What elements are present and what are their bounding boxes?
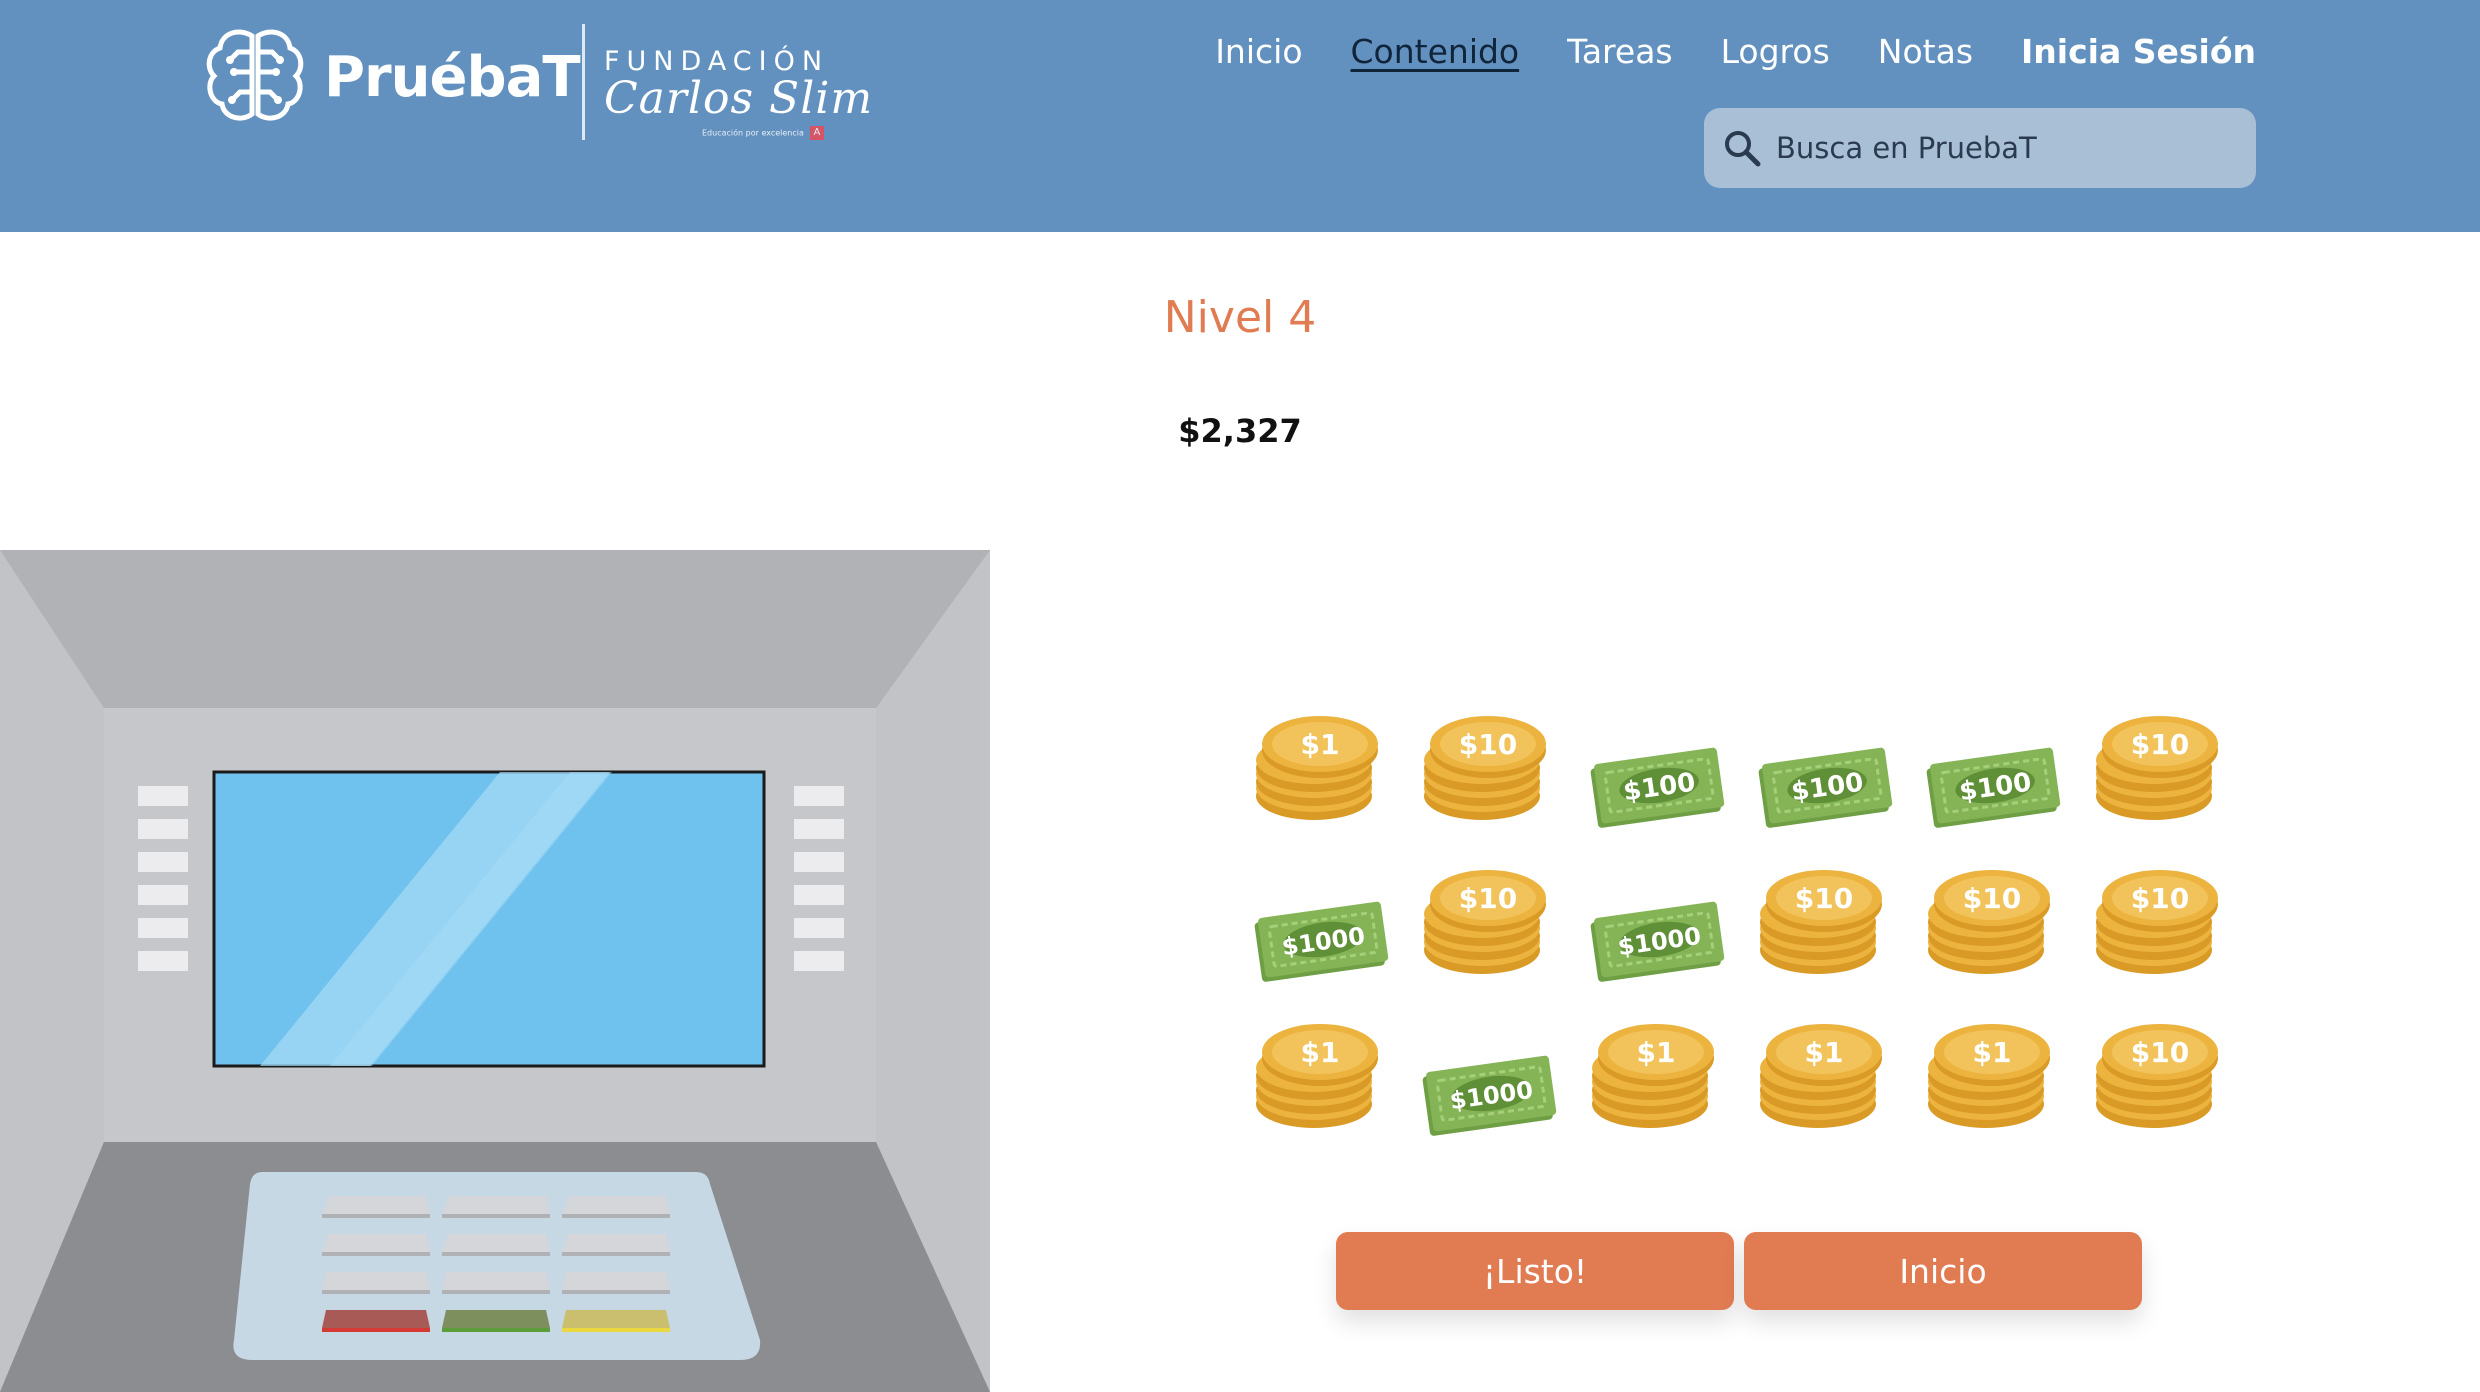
bill-stack[interactable]: $100 bbox=[1754, 712, 1894, 852]
fundacion-logo[interactable]: FUNDACIÓN Carlos Slim Educación por exce… bbox=[604, 46, 873, 140]
bill-stack[interactable]: $100 bbox=[1586, 712, 1726, 852]
money-label: $1 bbox=[1301, 728, 1340, 761]
pruebat-logo[interactable]: PruébaT bbox=[200, 22, 581, 132]
nav-tareas[interactable]: Tareas bbox=[1567, 32, 1672, 71]
coin-icon: $1 bbox=[1256, 1024, 1378, 1128]
coin-stack[interactable]: $1 bbox=[1250, 1020, 1390, 1160]
money-label: $10 bbox=[2131, 728, 2189, 761]
coin-icon: $10 bbox=[2096, 870, 2218, 974]
search-input[interactable] bbox=[1776, 131, 2236, 165]
coin-stack[interactable]: $10 bbox=[1754, 866, 1894, 1006]
coin-stack[interactable]: $1 bbox=[1586, 1020, 1726, 1160]
coin-icon: $10 bbox=[1928, 870, 2050, 974]
bill-stack[interactable]: $1000 bbox=[1250, 866, 1390, 1006]
main-nav: Inicio Contenido Tareas Logros Notas Ini… bbox=[1215, 32, 2256, 71]
money-label: $10 bbox=[1459, 728, 1517, 761]
bill-icon: $100 bbox=[1590, 747, 1725, 828]
coin-stack[interactable]: $10 bbox=[1418, 712, 1558, 852]
nav-logros[interactable]: Logros bbox=[1721, 32, 1830, 71]
coin-stack[interactable]: $1 bbox=[1754, 1020, 1894, 1160]
brain-icon bbox=[206, 29, 304, 121]
coin-stack[interactable]: $10 bbox=[1418, 866, 1558, 1006]
coin-icon: $1 bbox=[1760, 1024, 1882, 1128]
bill-stack[interactable]: $1000 bbox=[1418, 1020, 1558, 1160]
search-icon bbox=[1725, 131, 1761, 167]
money-label: $1 bbox=[1637, 1036, 1676, 1069]
nav-notas[interactable]: Notas bbox=[1878, 32, 1973, 71]
money-label: $10 bbox=[1963, 882, 2021, 915]
nav-contenido[interactable]: Contenido bbox=[1351, 32, 1520, 71]
nav-inicia-sesion[interactable]: Inicia Sesión bbox=[2021, 32, 2256, 71]
coin-icon: $10 bbox=[1760, 870, 1882, 974]
a-badge-icon: A bbox=[809, 126, 824, 140]
target-amount: $2,327 bbox=[1178, 412, 1302, 450]
coin-stack[interactable]: $10 bbox=[2090, 866, 2230, 1006]
money-label: $10 bbox=[2131, 1036, 2189, 1069]
coin-icon: $10 bbox=[2096, 716, 2218, 820]
bill-icon: $100 bbox=[1926, 747, 2061, 828]
atm-illustration bbox=[0, 550, 990, 1392]
level-title: Nivel 4 bbox=[1163, 292, 1317, 343]
fundacion-tagline: Educación por excelencia A bbox=[702, 126, 873, 140]
coin-icon: $10 bbox=[2096, 1024, 2218, 1128]
coin-icon: $10 bbox=[1424, 870, 1546, 974]
nav-inicio[interactable]: Inicio bbox=[1215, 32, 1302, 71]
money-label: $10 bbox=[1795, 882, 1853, 915]
listo-button[interactable]: ¡Listo! bbox=[1336, 1232, 1734, 1310]
bill-stack[interactable]: $100 bbox=[1922, 712, 2062, 852]
bill-icon: $100 bbox=[1758, 747, 1893, 828]
carlos-slim-signature: Carlos Slim bbox=[604, 73, 874, 124]
money-label: $10 bbox=[2131, 882, 2189, 915]
coin-stack[interactable]: $10 bbox=[2090, 712, 2230, 852]
money-label: $1 bbox=[1973, 1036, 2012, 1069]
brand-name: PruébaT bbox=[324, 44, 581, 110]
coin-icon: $1 bbox=[1256, 716, 1378, 820]
bill-stack[interactable]: $1000 bbox=[1586, 866, 1726, 1006]
coin-icon: $1 bbox=[1928, 1024, 2050, 1128]
money-label: $1 bbox=[1301, 1036, 1340, 1069]
site-header: PruébaT FUNDACIÓN Carlos Slim Educación … bbox=[0, 0, 2480, 232]
coin-icon: $10 bbox=[1424, 716, 1546, 820]
bill-icon: $1000 bbox=[1590, 901, 1725, 982]
coin-icon: $1 bbox=[1592, 1024, 1714, 1128]
money-grid: $1 $10 $100 $100 $100 $10 $1000 $10 $100… bbox=[1250, 712, 2230, 1182]
logo-divider bbox=[582, 24, 585, 140]
bill-icon: $1000 bbox=[1422, 1055, 1557, 1136]
coin-stack[interactable]: $10 bbox=[2090, 1020, 2230, 1160]
bill-icon: $1000 bbox=[1254, 901, 1389, 982]
coin-stack[interactable]: $1 bbox=[1250, 712, 1390, 852]
search-bar bbox=[1704, 108, 2256, 188]
money-label: $1 bbox=[1805, 1036, 1844, 1069]
inicio-button[interactable]: Inicio bbox=[1744, 1232, 2142, 1310]
coin-stack[interactable]: $10 bbox=[1922, 866, 2062, 1006]
money-label: $10 bbox=[1459, 882, 1517, 915]
coin-stack[interactable]: $1 bbox=[1922, 1020, 2062, 1160]
